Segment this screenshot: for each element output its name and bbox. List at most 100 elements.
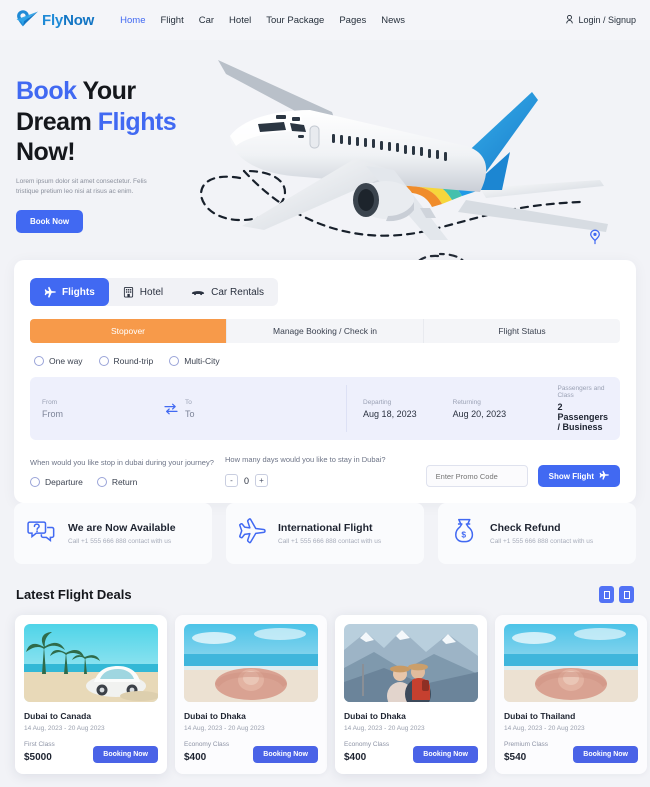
- booking-now-button[interactable]: Booking Now: [413, 746, 478, 763]
- brand-name-part2: Now: [63, 11, 95, 29]
- svg-text:$: $: [461, 530, 466, 540]
- departing-field-value: Aug 18, 2023: [363, 408, 417, 419]
- hero-section: Book Your Dream Flights Now! Lorem ipsum…: [0, 40, 650, 262]
- departing-field-label: Departing: [363, 398, 392, 406]
- deal-price: $400: [344, 752, 367, 763]
- radio-circle-icon: [98, 356, 109, 366]
- brand-logo[interactable]: FlyNow: [14, 7, 94, 33]
- stopover-radio-group: Departure Return: [30, 477, 225, 488]
- tab-hotel-label: Hotel: [139, 286, 164, 298]
- from-field[interactable]: From From: [42, 385, 156, 432]
- passengers-field-label: Passengers and Class: [557, 385, 605, 399]
- map-pin-icon: [589, 229, 601, 250]
- money-bag-icon: $: [450, 516, 478, 551]
- decrement-days-button[interactable]: -: [225, 474, 238, 488]
- radio-circle-icon: [30, 477, 40, 488]
- deal-card[interactable]: Dubai to Thailand 14 Aug, 2023 - 20 Aug …: [495, 615, 647, 774]
- radio-departure-label: Departure: [45, 477, 83, 488]
- nav-item-car[interactable]: Car: [199, 15, 214, 26]
- deal-price: $400: [184, 752, 207, 763]
- feature-cards: We are Now Available Call +1 555 666 888…: [14, 503, 636, 564]
- feature-subtitle: Call +1 555 666 888 contact with us: [278, 538, 382, 545]
- nav-item-tour-package[interactable]: Tour Package: [266, 15, 324, 26]
- top-navigation-bar: FlyNow Home Flight Car Hotel Tour Packag…: [0, 0, 650, 40]
- departing-field[interactable]: Departing Aug 18, 2023: [347, 385, 453, 432]
- show-flight-label: Show Flight: [548, 471, 594, 481]
- login-signup-label[interactable]: Login / Signup: [578, 15, 636, 25]
- book-now-button[interactable]: Book Now: [16, 209, 84, 233]
- nav-item-home[interactable]: Home: [120, 15, 145, 26]
- nav-item-news[interactable]: News: [381, 15, 405, 26]
- feature-text-available: We are Now Available Call +1 555 666 888…: [68, 522, 176, 545]
- radio-circle-icon: [169, 356, 180, 366]
- feature-card-international-flight[interactable]: International Flight Call +1 555 666 888…: [226, 503, 424, 564]
- nav-item-hotel[interactable]: Hotel: [229, 15, 251, 26]
- from-field-value: From: [42, 408, 63, 419]
- show-flight-button[interactable]: Show Flight: [537, 465, 620, 488]
- booking-now-button[interactable]: Booking Now: [253, 746, 318, 763]
- returning-field[interactable]: Returning Aug 20, 2023: [453, 385, 558, 432]
- hero-copy: Book Your Dream Flights Now! Lorem ipsum…: [16, 76, 216, 233]
- user-icon: [566, 14, 574, 26]
- feature-card-available[interactable]: We are Now Available Call +1 555 666 888…: [14, 503, 212, 564]
- swap-arrows-icon[interactable]: [156, 385, 185, 432]
- hero-subtitle: Lorem ipsum dolor sit amet consectetur. …: [16, 177, 147, 196]
- deals-header: Latest Flight Deals: [16, 586, 634, 603]
- deal-footer: Premium Class $540 Booking Now: [504, 741, 638, 763]
- promo-code-input[interactable]: [425, 465, 528, 488]
- nav-item-pages[interactable]: Pages: [339, 15, 366, 26]
- page-root: FlyNow Home Flight Car Hotel Tour Packag…: [0, 0, 650, 787]
- chat-question-icon: [26, 516, 56, 551]
- tab-flights[interactable]: Flights: [30, 278, 109, 306]
- tab-car-rentals[interactable]: Car Rentals: [177, 278, 278, 306]
- deal-price: $540: [504, 752, 527, 763]
- to-field-label: To: [184, 398, 192, 406]
- beach-hat-photo: [184, 624, 318, 702]
- radio-round-trip[interactable]: Round-trip: [98, 356, 153, 366]
- deal-class: Economy Class: [184, 741, 230, 748]
- chevron-left-icon[interactable]: [599, 586, 614, 603]
- sub-tab-flight-status[interactable]: Flight Status: [424, 319, 620, 343]
- radio-multi-city[interactable]: Multi-City: [169, 356, 220, 366]
- radio-return[interactable]: Return: [96, 477, 138, 488]
- chevron-right-icon[interactable]: [619, 586, 634, 603]
- passengers-class-field[interactable]: Passengers and Class 2 Passengers / Busi…: [557, 385, 608, 432]
- hotel-building-icon: [123, 286, 134, 298]
- hero-title-line2-a: Dream: [16, 107, 98, 136]
- nav-item-flight[interactable]: Flight: [161, 15, 184, 26]
- tab-flights-label: Flights: [62, 286, 95, 298]
- radio-one-way-label: One way: [49, 356, 83, 366]
- nav-links: Home Flight Car Hotel Tour Package Pages…: [120, 15, 405, 26]
- booking-now-button[interactable]: Booking Now: [93, 746, 158, 763]
- sub-tab-stopover[interactable]: Stopover: [30, 319, 227, 343]
- hero-title: Book Your Dream Flights Now!: [16, 76, 216, 168]
- search-fields-row: From From To To Departing Aug 18, 2023 R…: [30, 377, 620, 440]
- brand-name-part1: Fly: [42, 11, 64, 29]
- deal-card[interactable]: Dubai to Dhaka 14 Aug, 2023 - 20 Aug 202…: [175, 615, 327, 774]
- stopover-options-row: When would you like stop in dubai during…: [30, 454, 620, 488]
- booking-sub-tabs: Stopover Manage Booking / Check in Fligh…: [30, 319, 620, 343]
- deal-footer: Economy Class $400 Booking Now: [184, 741, 318, 763]
- feature-title: We are Now Available: [68, 522, 176, 534]
- hero-title-line3: Now!: [16, 138, 76, 166]
- plane-icon: [44, 286, 56, 298]
- deal-route: Dubai to Dhaka: [344, 711, 406, 721]
- feature-card-check-refund[interactable]: $ Check Refund Call +1 555 666 888 conta…: [438, 503, 636, 564]
- deal-card[interactable]: Dubai to Canada 14 Aug, 2023 - 20 Aug 20…: [15, 615, 167, 774]
- account-area[interactable]: Login / Signup: [566, 14, 636, 26]
- to-field[interactable]: To To: [184, 385, 348, 432]
- from-field-label: From: [42, 398, 58, 406]
- days-value: 0: [244, 475, 250, 486]
- feature-title: International Flight: [278, 522, 373, 534]
- deal-card[interactable]: Dubai to Dhaka 14 Aug, 2023 - 20 Aug 202…: [335, 615, 487, 774]
- radio-return-label: Return: [111, 477, 138, 488]
- increment-days-button[interactable]: +: [255, 474, 269, 488]
- sub-tab-manage-booking[interactable]: Manage Booking / Check in: [227, 319, 424, 343]
- feature-subtitle: Call +1 555 666 888 contact with us: [68, 538, 172, 545]
- radio-departure[interactable]: Departure: [30, 477, 83, 488]
- returning-field-value: Aug 20, 2023: [452, 408, 507, 419]
- deal-footer: Economy Class $400 Booking Now: [344, 741, 478, 763]
- radio-one-way[interactable]: One way: [34, 356, 83, 366]
- booking-now-button[interactable]: Booking Now: [573, 746, 638, 763]
- tab-hotel[interactable]: Hotel: [109, 278, 177, 306]
